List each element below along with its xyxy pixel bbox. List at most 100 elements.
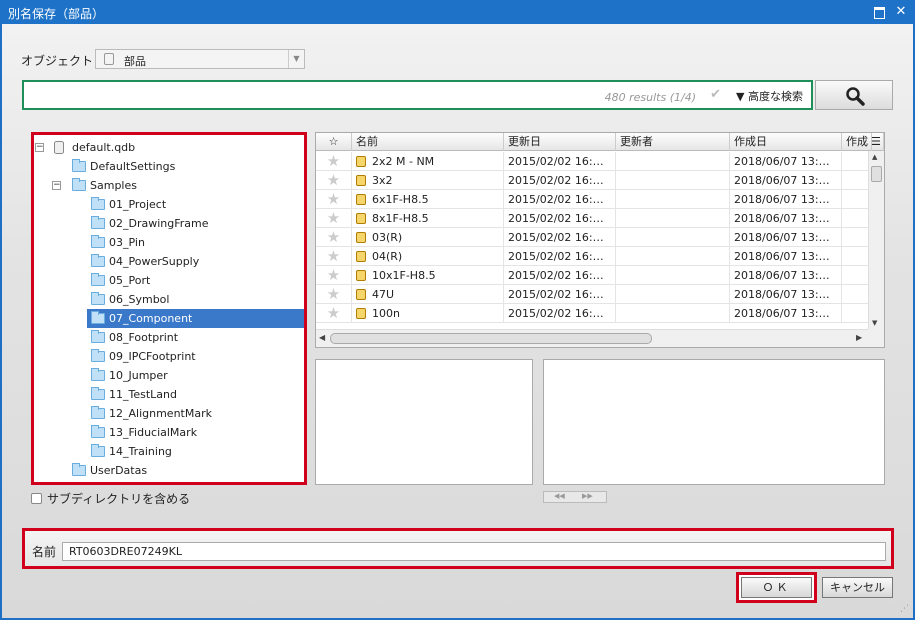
preview-pane-right [543,359,885,485]
horizontal-scrollbar[interactable]: ◀ ▶ [316,329,868,347]
table-cell-created: 2018/06/07 13:… [730,190,842,209]
tree-item[interactable]: 10_Jumper [87,366,304,385]
favorite-star-icon[interactable]: ★ [316,247,352,266]
folder-icon [91,311,105,324]
folder-icon [72,463,86,476]
column-header[interactable]: ☆ [316,133,352,151]
check-icon[interactable]: ✔ [710,87,721,102]
table-row[interactable]: ★ 8x1F-H8.5 2015/02/02 16:… 2018/06/07 13:… [316,209,872,228]
table-row[interactable]: ★ 47U 2015/02/02 16:… 2018/06/07 13:… [316,285,872,304]
tree-item[interactable]: 05_Port [87,271,304,290]
component-icon [356,270,366,281]
scroll-left-icon[interactable]: ◀ [319,333,325,342]
table-cell-created: 2018/06/07 13:… [730,171,842,190]
favorite-star-icon[interactable]: ★ [316,285,352,304]
table-cell-name: 6x1F-H8.5 [352,190,504,209]
table-cell-name: 3x2 [352,171,504,190]
vertical-scrollbar[interactable]: ▲ ▼ [868,151,884,329]
title-bar: 別名保存（部品） ✕ [0,0,915,24]
table-cell-updated: 2015/02/02 16:… [504,171,616,190]
tree-item[interactable]: 06_Symbol [87,290,304,309]
tree-item[interactable]: 04_PowerSupply [87,252,304,271]
favorite-star-icon[interactable]: ★ [316,190,352,209]
tree-item-label: 08_Footprint [109,331,179,344]
search-input[interactable]: 480 results (1/4) ✔ ▼ 高度な検索 [22,80,813,110]
table-cell-updated: 2015/02/02 16:… [504,190,616,209]
collapse-icon[interactable]: − [35,143,44,152]
table-cell-created: 2018/06/07 13:… [730,247,842,266]
column-menu-icon[interactable]: ☰ [868,133,884,151]
column-header[interactable]: 更新者 [616,133,730,151]
tree-item[interactable]: 14_Training [87,442,304,461]
tree-item[interactable]: 03_Pin [87,233,304,252]
table-cell-text: 100n [372,307,400,320]
table-row[interactable]: ★ 100n 2015/02/02 16:… 2018/06/07 13:… [316,304,872,323]
scroll-thumb-horizontal[interactable] [330,333,652,344]
previous-icon[interactable]: ◀◀ [554,492,565,500]
table-cell-name: 47U [352,285,504,304]
tree-item[interactable]: 09_IPCFootprint [87,347,304,366]
table-row[interactable]: ★ 3x2 2015/02/02 16:… 2018/06/07 13:… [316,171,872,190]
favorite-star-icon[interactable]: ★ [316,304,352,323]
tree-item[interactable]: − default.qdb [35,138,304,157]
parts-table[interactable]: ☆ 名前 更新日 更新者 作成日 作成 ☰ ★ 2x2 M - NM 2015/02/02 16… [315,132,885,348]
tree-item[interactable]: 08_Footprint [87,328,304,347]
advanced-search-toggle[interactable]: ▼ 高度な検索 [736,88,803,104]
scroll-right-icon[interactable]: ▶ [856,333,862,342]
chevron-down-icon[interactable]: ▼ [288,50,304,68]
maximize-icon[interactable] [870,3,888,21]
tree-item-label: 06_Symbol [109,293,170,306]
folder-icon [91,292,105,305]
favorite-star-icon[interactable]: ★ [316,228,352,247]
object-label: オブジェクト [21,54,94,68]
favorite-star-icon[interactable]: ★ [316,266,352,285]
table-row[interactable]: ★ 04(R) 2015/02/02 16:… 2018/06/07 13:… [316,247,872,266]
tree-item[interactable]: 01_Project [87,195,304,214]
favorite-star-icon[interactable]: ★ [316,171,352,190]
folder-icon [72,178,86,191]
tree-item[interactable]: 02_DrawingFrame [87,214,304,233]
column-header[interactable]: 更新日 [504,133,616,151]
scroll-down-icon[interactable]: ▼ [872,319,877,327]
table-row[interactable]: ★ 03(R) 2015/02/02 16:… 2018/06/07 13:… [316,228,872,247]
preview-pager[interactable]: ◀◀ ▶▶ [543,491,607,503]
favorite-star-icon[interactable]: ★ [316,209,352,228]
folder-icon [91,254,105,267]
ok-button[interactable]: ＯＫ [741,577,812,598]
checkbox-icon[interactable] [31,493,42,504]
name-field[interactable]: RT0603DRE07249KL [62,542,886,561]
table-cell-name: 04(R) [352,247,504,266]
tree-item[interactable]: 11_TestLand [87,385,304,404]
tree-item[interactable]: DefaultSettings [68,157,304,176]
close-icon[interactable]: ✕ [892,3,910,21]
search-button[interactable] [815,80,893,110]
scroll-thumb[interactable] [871,166,882,182]
column-header[interactable]: 作成日 [730,133,842,151]
tree-item[interactable]: UserDatas [68,461,304,480]
tree-item-label: 07_Component [109,312,193,325]
tree-item[interactable]: 13_FiducialMark [87,423,304,442]
table-row[interactable]: ★ 2x2 M - NM 2015/02/02 16:… 2018/06/07 13:… [316,152,872,171]
table-cell-text: 6x1F-H8.5 [372,193,429,206]
tree-item[interactable]: − Samples [52,176,304,195]
tree-item-label: Samples [90,179,137,192]
preview-pane-left [315,359,533,485]
table-cell-updater [616,190,730,209]
collapse-icon[interactable]: − [52,181,61,190]
tree-item-label: default.qdb [72,141,136,154]
folder-tree[interactable]: − default.qdb DefaultSettings − Samples 01_Pr… [31,132,307,485]
scroll-up-icon[interactable]: ▲ [872,153,877,161]
include-subdirectories-checkbox[interactable]: サブディレクトリを含める [31,490,190,507]
column-header[interactable]: 名前 [352,133,504,151]
table-row[interactable]: ★ 6x1F-H8.5 2015/02/02 16:… 2018/06/07 13:… [316,190,872,209]
next-icon[interactable]: ▶▶ [582,492,593,500]
tree-item[interactable]: 07_Component [87,309,304,328]
cancel-button[interactable]: キャンセル [822,577,893,598]
resize-grip-icon[interactable]: ⋰ [900,604,909,614]
table-row[interactable]: ★ 10x1F-H8.5 2015/02/02 16:… 2018/06/07 13:… [316,266,872,285]
tree-item[interactable]: 12_AlignmentMark [87,404,304,423]
favorite-star-icon[interactable]: ★ [316,152,352,171]
table-cell-updater [616,171,730,190]
folder-icon [72,159,86,172]
object-dropdown[interactable]: 部品 ▼ [95,49,305,69]
